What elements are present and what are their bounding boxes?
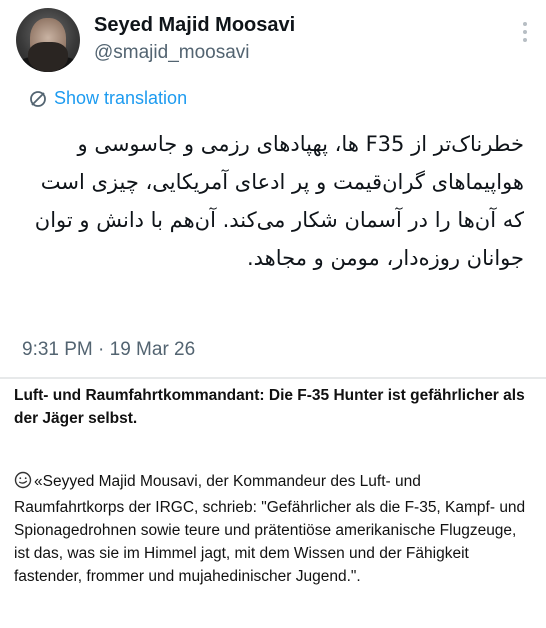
show-translation-label: Show translation bbox=[54, 88, 188, 108]
more-vertical-icon[interactable] bbox=[522, 22, 528, 48]
show-translation-button[interactable]: Show translation bbox=[28, 88, 187, 109]
avatar[interactable] bbox=[16, 8, 80, 72]
post-caption: Luft- und Raumfahrtkommandant: Die F-35 … bbox=[14, 387, 525, 427]
globe-slash-icon bbox=[30, 90, 46, 107]
tweet-card: Seyed Majid Moosavi @smajid_moosavi Show… bbox=[0, 0, 546, 379]
post-body-text: «Seyyed Majid Mousavi, der Kommandeur de… bbox=[14, 473, 526, 585]
author-handle[interactable]: @smajid_moosavi bbox=[94, 42, 250, 64]
avatar-beard bbox=[28, 42, 68, 72]
author-name[interactable]: Seyed Majid Moosavi bbox=[94, 14, 295, 37]
post-body: «Seyyed Majid Mousavi, der Kommandeur de… bbox=[14, 470, 534, 588]
tweet-text: خطرناک‌تر از F35 ها، پهپادهای رزمی و جاس… bbox=[34, 132, 524, 270]
tweet-timestamp[interactable]: 9:31 PM · 19 Mar 26 bbox=[22, 339, 195, 361]
smiley-emoji-icon bbox=[14, 471, 32, 496]
